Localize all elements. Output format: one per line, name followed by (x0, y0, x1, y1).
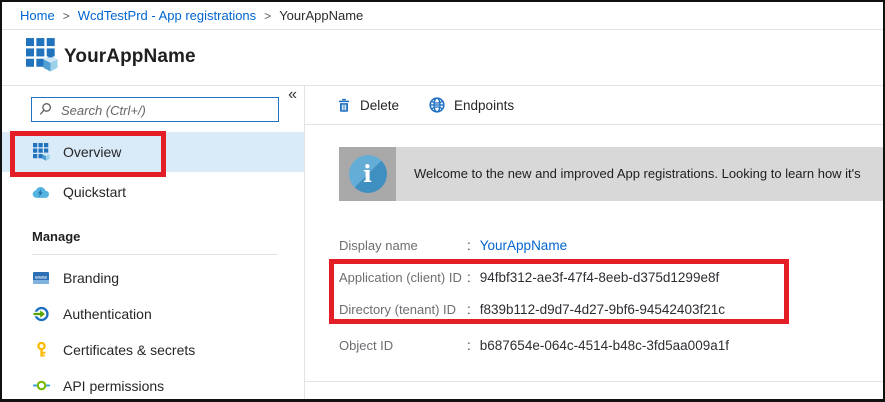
field-label: Directory (tenant) ID (339, 302, 467, 317)
field-display-name: Display name: YourAppName (339, 238, 873, 258)
delete-button-label: Delete (360, 98, 399, 113)
svg-text:www: www (34, 275, 47, 281)
page-header: YourAppName (2, 30, 883, 86)
field-colon: : (467, 270, 471, 285)
breadcrumb: Home > WcdTestPrd - App registrations > Your… (2, 2, 883, 30)
app-blocks-icon (32, 143, 50, 161)
sidebar-item-label: API permissions (63, 378, 164, 394)
toolbar: Delete Endpoints (305, 86, 883, 125)
field-colon: : (467, 302, 471, 317)
breadcrumb-separator: > (63, 9, 70, 23)
field-directory-tenant-id: Directory (tenant) ID: f839b112-d9d7-4d27… (339, 302, 873, 322)
field-label: Display name (339, 238, 467, 253)
application-client-id-value: 94fbf312-ae3f-47f4-8eeb-d375d1299e8f (480, 270, 719, 285)
search-input[interactable] (59, 98, 278, 123)
cloud-quickstart-icon (32, 186, 50, 199)
trash-icon (337, 98, 351, 113)
sidebar-item-label: Overview (63, 144, 121, 160)
display-name-value[interactable]: YourAppName (480, 238, 567, 253)
field-colon: : (467, 238, 471, 253)
breadcrumb-current: YourAppName (279, 8, 363, 23)
section-divider (32, 254, 278, 255)
sidebar-item-certificates-secrets[interactable]: Certificates & secrets (2, 331, 304, 368)
page-title: YourAppName (64, 30, 196, 83)
sidebar: « Overview (2, 86, 305, 399)
breadcrumb-home[interactable]: Home (20, 8, 55, 23)
sidebar-item-label: Branding (63, 270, 119, 286)
sidebar-item-branding[interactable]: www Branding (2, 259, 304, 296)
manage-section-title: Manage (32, 229, 80, 244)
sidebar-item-api-permissions[interactable]: API permissions (2, 367, 304, 402)
collapse-sidebar-button[interactable]: « (288, 87, 297, 103)
info-banner: i Welcome to the new and improved App re… (339, 147, 883, 201)
object-id-value: b687654e-064c-4514-b48c-3fd5aa009a1f (480, 338, 729, 353)
sidebar-item-authentication[interactable]: Authentication (2, 295, 304, 332)
field-label: Application (client) ID (339, 270, 467, 285)
branding-icon: www (32, 271, 50, 285)
field-label: Object ID (339, 338, 467, 353)
search-box (31, 97, 279, 122)
sidebar-item-overview[interactable]: Overview (2, 132, 304, 172)
search-icon (38, 102, 53, 117)
key-icon (32, 342, 50, 357)
api-permissions-icon (32, 378, 50, 393)
field-object-id: Object ID: b687654e-064c-4514-b48c-3fd5aa… (339, 338, 873, 358)
endpoints-button[interactable]: Endpoints (429, 97, 514, 113)
info-icon-box: i (339, 147, 396, 201)
field-application-client-id: Application (client) ID:94fbf312-ae3f-47… (339, 270, 873, 290)
breadcrumb-app-registrations[interactable]: WcdTestPrd - App registrations (78, 8, 256, 23)
info-icon: i (349, 155, 387, 193)
field-colon: : (467, 338, 471, 353)
globe-icon (429, 97, 445, 113)
content-divider (305, 381, 883, 382)
endpoints-button-label: Endpoints (454, 98, 514, 113)
sidebar-item-label: Quickstart (63, 184, 126, 200)
authentication-icon (32, 306, 50, 322)
sidebar-item-label: Certificates & secrets (63, 342, 195, 358)
delete-button[interactable]: Delete (337, 98, 399, 113)
sidebar-item-label: Authentication (63, 306, 152, 322)
app-window: Home > WcdTestPrd - App registrations > Your… (0, 0, 885, 402)
app-blocks-icon (26, 38, 58, 77)
sidebar-item-quickstart[interactable]: Quickstart (2, 172, 304, 212)
info-banner-text: Welcome to the new and improved App regi… (396, 147, 883, 201)
directory-tenant-id-value: f839b112-d9d7-4d27-9bf6-94542403f21c (480, 302, 725, 317)
breadcrumb-separator: > (264, 9, 271, 23)
main-pane: Delete Endpoints i Welcome to the new an… (305, 86, 883, 399)
